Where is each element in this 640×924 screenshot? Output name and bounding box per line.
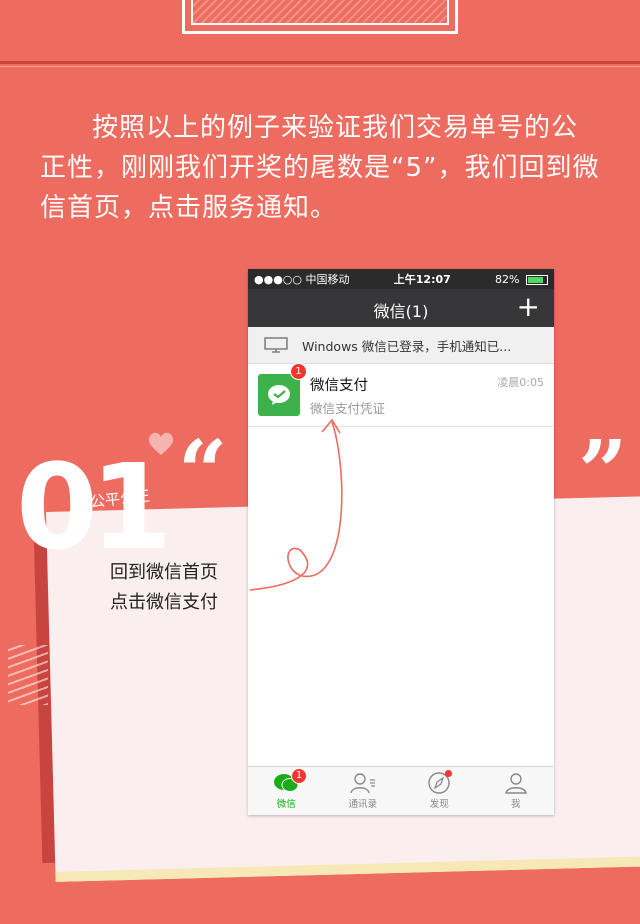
intro-text: 按照以上的例子来验证我们交易单号的公正性，刚刚我们开奖的尾数是“5”，我们回到微… [40,108,600,228]
hint-line-1: 回到微信首页 [110,562,218,583]
tab-unread-badge: 1 [291,768,307,784]
close-quote-mark: ” [578,422,628,523]
tab-label: 我 [510,799,521,810]
heart-icon [148,432,174,455]
wechat-pay-avatar [258,374,300,416]
carrier-signal: ●●●○○ 中国移动 [254,273,350,286]
wechat-pay-icon [268,385,290,405]
add-button[interactable]: + [517,291,540,323]
desktop-login-notice[interactable]: Windows 微信已登录，手机通知已... [248,327,554,364]
contacts-icon [350,773,375,794]
top-divider-highlight [0,66,640,67]
chat-preview: 微信支付凭证 [310,401,386,416]
tab-me[interactable]: 我 [478,767,555,815]
tab-wechat[interactable]: 1 微信 [248,767,325,815]
tab-bar: 1 微信 通讯录 发现 我 [248,766,554,815]
tab-discover[interactable]: 发现 [401,767,478,815]
discover-dot [445,770,452,777]
hint-line-2: 点击微信支付 [110,592,218,613]
top-decorative-frame [182,0,458,34]
chat-unread-badge: 1 [290,363,307,380]
monitor-icon [264,337,288,353]
status-time: 上午12:07 [393,273,451,286]
chat-time: 凌晨0:05 [497,376,544,389]
nav-title: 微信(1) [373,302,429,321]
battery-percent: 82% [495,272,520,286]
open-quote-mark: “ [178,422,228,523]
chat-item-wechat-pay[interactable]: 1 微信支付 微信支付凭证 凌晨0:05 [248,363,554,427]
phone-screenshot: ●●●○○ 中国移动 上午12:07 82% 微信(1) + Windows 微… [248,269,554,815]
tab-label: 微信 [276,799,296,810]
chat-name: 微信支付 [310,378,368,394]
intro-paragraph: 按照以上的例子来验证我们交易单号的公正性，刚刚我们开奖的尾数是“5”，我们回到微… [40,113,600,223]
status-bar: ●●●○○ 中国移动 上午12:07 82% [248,269,554,289]
nav-bar: 微信(1) + [248,289,554,327]
battery-indicator: 82% [495,273,548,286]
hint-text: 回到微信首页 点击微信支付 [110,558,218,618]
notice-text: Windows 微信已登录，手机通知已... [302,338,512,354]
tab-contacts[interactable]: 通讯录 [325,767,402,815]
tab-label: 通讯录 [348,799,377,810]
tab-label: 发现 [429,799,449,810]
battery-icon [526,274,548,285]
decorative-stripes [8,645,48,705]
top-divider [0,61,640,64]
person-icon [504,773,527,794]
